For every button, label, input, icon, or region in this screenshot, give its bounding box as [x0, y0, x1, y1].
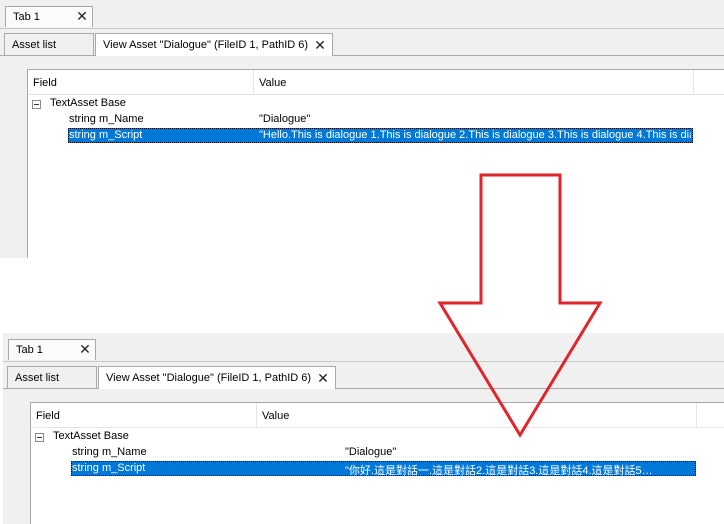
- tab-label: Asset list: [15, 372, 60, 384]
- document-tab[interactable]: Tab 1 ✕: [8, 339, 96, 360]
- view-tab-bar: Asset list View Asset "Dialogue" (FileID…: [3, 362, 724, 389]
- document-tab-bar: Tab 1 ✕: [3, 333, 724, 362]
- field-value: "Dialogue": [259, 113, 311, 125]
- tab-label: View Asset "Dialogue" (FileID 1, PathID …: [103, 39, 309, 51]
- view-tab-bar: Asset list View Asset "Dialogue" (FileID…: [0, 29, 724, 56]
- column-header-field[interactable]: Field: [31, 403, 257, 427]
- asset-viewer-before: Tab 1 ✕ Asset list View Asset "Dialogue"…: [0, 0, 724, 258]
- close-icon[interactable]: ✕: [317, 371, 329, 385]
- field-value: "你好.這是對話一.這是對話2.這是對話3.這是對話4.這是對話5…: [345, 465, 653, 477]
- field-tree-view[interactable]: Field Value TextAsset Base string m_Name…: [27, 69, 724, 258]
- field-value: "Dialogue": [345, 446, 397, 458]
- tab-asset-list[interactable]: Asset list: [4, 33, 94, 55]
- field-tree-view[interactable]: Field Value TextAsset Base string m_Name…: [30, 402, 724, 524]
- tree-root-row[interactable]: TextAsset Base: [28, 96, 724, 112]
- tree-row[interactable]: string m_Name "Dialogue": [28, 112, 724, 128]
- collapse-icon[interactable]: [35, 433, 44, 442]
- column-header-value[interactable]: Value: [254, 70, 694, 94]
- field-name: string m_Name: [72, 446, 147, 458]
- tab-label: Asset list: [12, 39, 57, 51]
- tab-content: Field Value TextAsset Base string m_Name…: [3, 389, 724, 524]
- tree-root-label: TextAsset Base: [50, 97, 126, 109]
- field-name: string m_Script: [69, 129, 143, 141]
- column-label: Field: [36, 410, 60, 422]
- tab-label: View Asset "Dialogue" (FileID 1, PathID …: [106, 372, 312, 384]
- document-tab-label: Tab 1: [13, 11, 40, 23]
- column-header-value[interactable]: Value: [257, 403, 697, 427]
- column-header-field[interactable]: Field: [28, 70, 254, 94]
- tree-root-label: TextAsset Base: [53, 430, 129, 442]
- field-name: string m_Name: [69, 113, 144, 125]
- column-label: Field: [33, 77, 57, 89]
- column-label: Value: [262, 410, 290, 422]
- tree-header: Field Value: [31, 403, 724, 428]
- field-name: string m_Script: [72, 462, 146, 474]
- tree-row-selected[interactable]: string m_Script "你好.這是對話一.這是對話2.這是對話3.這是…: [31, 461, 724, 477]
- tree-row-selected[interactable]: string m_Script "Hello.This is dialogue …: [28, 128, 724, 144]
- document-tab[interactable]: Tab 1 ✕: [5, 6, 93, 27]
- asset-viewer-after: Tab 1 ✕ Asset list View Asset "Dialogue"…: [3, 333, 724, 524]
- column-label: Value: [259, 77, 287, 89]
- tab-content: Field Value TextAsset Base string m_Name…: [0, 56, 724, 258]
- close-icon[interactable]: ✕: [79, 342, 91, 356]
- close-icon[interactable]: ✕: [76, 9, 88, 23]
- field-value: "Hello.This is dialogue 1.This is dialog…: [259, 129, 691, 141]
- tree-header: Field Value: [28, 70, 724, 95]
- tab-view-asset[interactable]: View Asset "Dialogue" (FileID 1, PathID …: [98, 366, 336, 389]
- document-tab-label: Tab 1: [16, 344, 43, 356]
- collapse-icon[interactable]: [32, 100, 41, 109]
- tab-view-asset[interactable]: View Asset "Dialogue" (FileID 1, PathID …: [95, 33, 333, 56]
- document-tab-bar: Tab 1 ✕: [0, 0, 724, 29]
- tab-asset-list[interactable]: Asset list: [7, 366, 97, 388]
- tree-root-row[interactable]: TextAsset Base: [31, 429, 724, 445]
- tree-row[interactable]: string m_Name "Dialogue": [31, 445, 724, 461]
- close-icon[interactable]: ✕: [314, 38, 326, 52]
